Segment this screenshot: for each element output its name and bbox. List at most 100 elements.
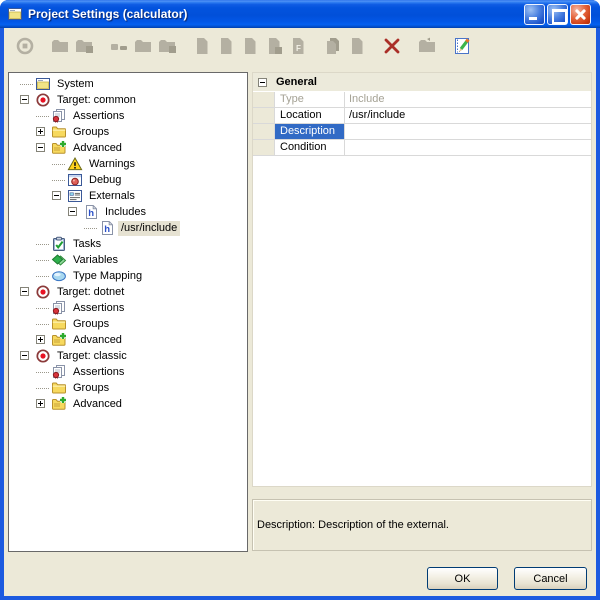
maximize-button[interactable]	[547, 4, 568, 25]
minimize-button[interactable]	[524, 4, 545, 25]
toolbar: F	[4, 28, 596, 64]
tree-expander-slot	[35, 364, 51, 380]
tree-item-variables[interactable]: Variables	[9, 252, 247, 268]
tree-item-includes[interactable]: h Includes	[9, 204, 247, 220]
property-row-description: Description	[253, 124, 591, 140]
tree-indent	[9, 172, 51, 188]
property-name-cell[interactable]: Type	[275, 92, 345, 107]
tree-expander-slot	[35, 108, 51, 124]
delete-x-icon[interactable]	[381, 35, 403, 57]
svg-text:h: h	[104, 224, 110, 235]
cancel-button[interactable]: Cancel	[514, 567, 587, 590]
tree-item-debug[interactable]: Debug	[9, 172, 247, 188]
close-button[interactable]	[570, 4, 591, 25]
property-name-cell[interactable]: Condition	[275, 140, 345, 155]
collapse-icon[interactable]	[20, 287, 29, 296]
tree-item-label: Externals	[86, 189, 138, 204]
property-row-condition: Condition	[253, 140, 591, 156]
tree-indent	[9, 300, 35, 316]
dialog-body: F System Target: common Assertions Group…	[4, 28, 596, 596]
collapse-icon[interactable]	[20, 351, 29, 360]
tree-expander-slot	[35, 268, 51, 284]
tree-item-usr-include[interactable]: h /usr/include	[9, 220, 247, 236]
tree-indent	[9, 252, 35, 268]
tree-item-label: Advanced	[70, 333, 125, 348]
tree-item-label: Advanced	[70, 141, 125, 156]
tree-item-groups[interactable]: Groups	[9, 124, 247, 140]
tree-indent	[9, 348, 19, 364]
folder-plus-icon	[51, 140, 67, 156]
tree-item-label: Advanced	[70, 397, 125, 412]
tree-item-groups[interactable]: Groups	[9, 380, 247, 396]
page-icon	[191, 35, 213, 57]
tree-expander-slot	[35, 316, 51, 332]
property-row-location: Location /usr/include	[253, 108, 591, 124]
tree-indent	[9, 140, 35, 156]
property-name-cell[interactable]: Description	[275, 124, 345, 139]
tree-item-label: Includes	[102, 205, 149, 220]
tree-item-target-classic[interactable]: Target: classic	[9, 348, 247, 364]
tree-item-warnings[interactable]: Warnings	[9, 156, 247, 172]
property-name-cell[interactable]: Location	[275, 108, 345, 123]
debug-icon	[67, 172, 83, 188]
expand-icon[interactable]	[36, 399, 45, 408]
edit-pencil-icon[interactable]	[451, 35, 473, 57]
hfile-icon: h	[99, 220, 115, 236]
property-value-cell[interactable]	[345, 124, 591, 139]
page-icon	[239, 35, 261, 57]
tree-item-label: /usr/include	[118, 221, 180, 236]
titlebar: Project Settings (calculator)	[0, 0, 600, 28]
tree-item-externals[interactable]: Externals	[9, 188, 247, 204]
collapse-group-icon[interactable]	[258, 78, 267, 87]
tree-item-assertions[interactable]: Assertions	[9, 108, 247, 124]
folder-badge-icon	[156, 35, 178, 57]
collapse-icon[interactable]	[68, 207, 77, 216]
folder-icon	[51, 380, 67, 396]
property-value-cell[interactable]: /usr/include	[345, 108, 591, 123]
tree-item-assertions[interactable]: Assertions	[9, 300, 247, 316]
tree-item-type-mapping[interactable]: Type Mapping	[9, 268, 247, 284]
tree-item-advanced[interactable]: Advanced	[9, 396, 247, 412]
tree-item-target-dotnet[interactable]: Target: dotnet	[9, 284, 247, 300]
page-badge-icon	[263, 35, 285, 57]
expand-icon[interactable]	[36, 127, 45, 136]
target-circle-icon	[14, 35, 36, 57]
copy-pages-icon	[322, 35, 344, 57]
tree-item-advanced[interactable]: Advanced	[9, 140, 247, 156]
tree-item-assertions[interactable]: Assertions	[9, 364, 247, 380]
collapse-icon[interactable]	[52, 191, 61, 200]
tree-item-target-common[interactable]: Target: common	[9, 92, 247, 108]
window-title: Project Settings (calculator)	[28, 7, 187, 21]
tree-item-groups[interactable]: Groups	[9, 316, 247, 332]
assertions-icon	[51, 364, 67, 380]
tree-indent	[9, 396, 35, 412]
tree-indent	[9, 220, 83, 236]
tree-expander-slot	[51, 172, 67, 188]
tree-indent	[9, 316, 35, 332]
tree-item-system[interactable]: System	[9, 76, 247, 92]
property-value-cell[interactable]: Include	[345, 92, 591, 107]
variables-icon	[51, 252, 67, 268]
page-icon	[215, 35, 237, 57]
tree-item-label: Groups	[70, 125, 112, 140]
collapse-icon[interactable]	[20, 95, 29, 104]
tree-item-tasks[interactable]: Tasks	[9, 236, 247, 252]
help-text: Description: Description of the external…	[257, 519, 449, 531]
tree-indent	[9, 332, 35, 348]
collapse-icon[interactable]	[36, 143, 45, 152]
form-icon	[35, 76, 51, 92]
tree-expander-slot	[19, 348, 35, 364]
tree-item-advanced[interactable]: Advanced	[9, 332, 247, 348]
project-settings-window: Project Settings (calculator) F System T…	[0, 0, 600, 600]
tree-item-label: Warnings	[86, 157, 138, 172]
tree-item-label: Assertions	[70, 109, 127, 124]
property-grid: General Type Include Location /usr/inclu…	[252, 72, 592, 487]
expand-icon[interactable]	[36, 335, 45, 344]
tree-expander-slot	[19, 92, 35, 108]
property-value-cell[interactable]	[345, 140, 591, 155]
tree-item-label: Groups	[70, 317, 112, 332]
tree-indent	[9, 284, 19, 300]
tree-item-label: Target: classic	[54, 349, 130, 364]
tree-item-label: Target: dotnet	[54, 285, 127, 300]
ok-button[interactable]: OK	[427, 567, 498, 590]
